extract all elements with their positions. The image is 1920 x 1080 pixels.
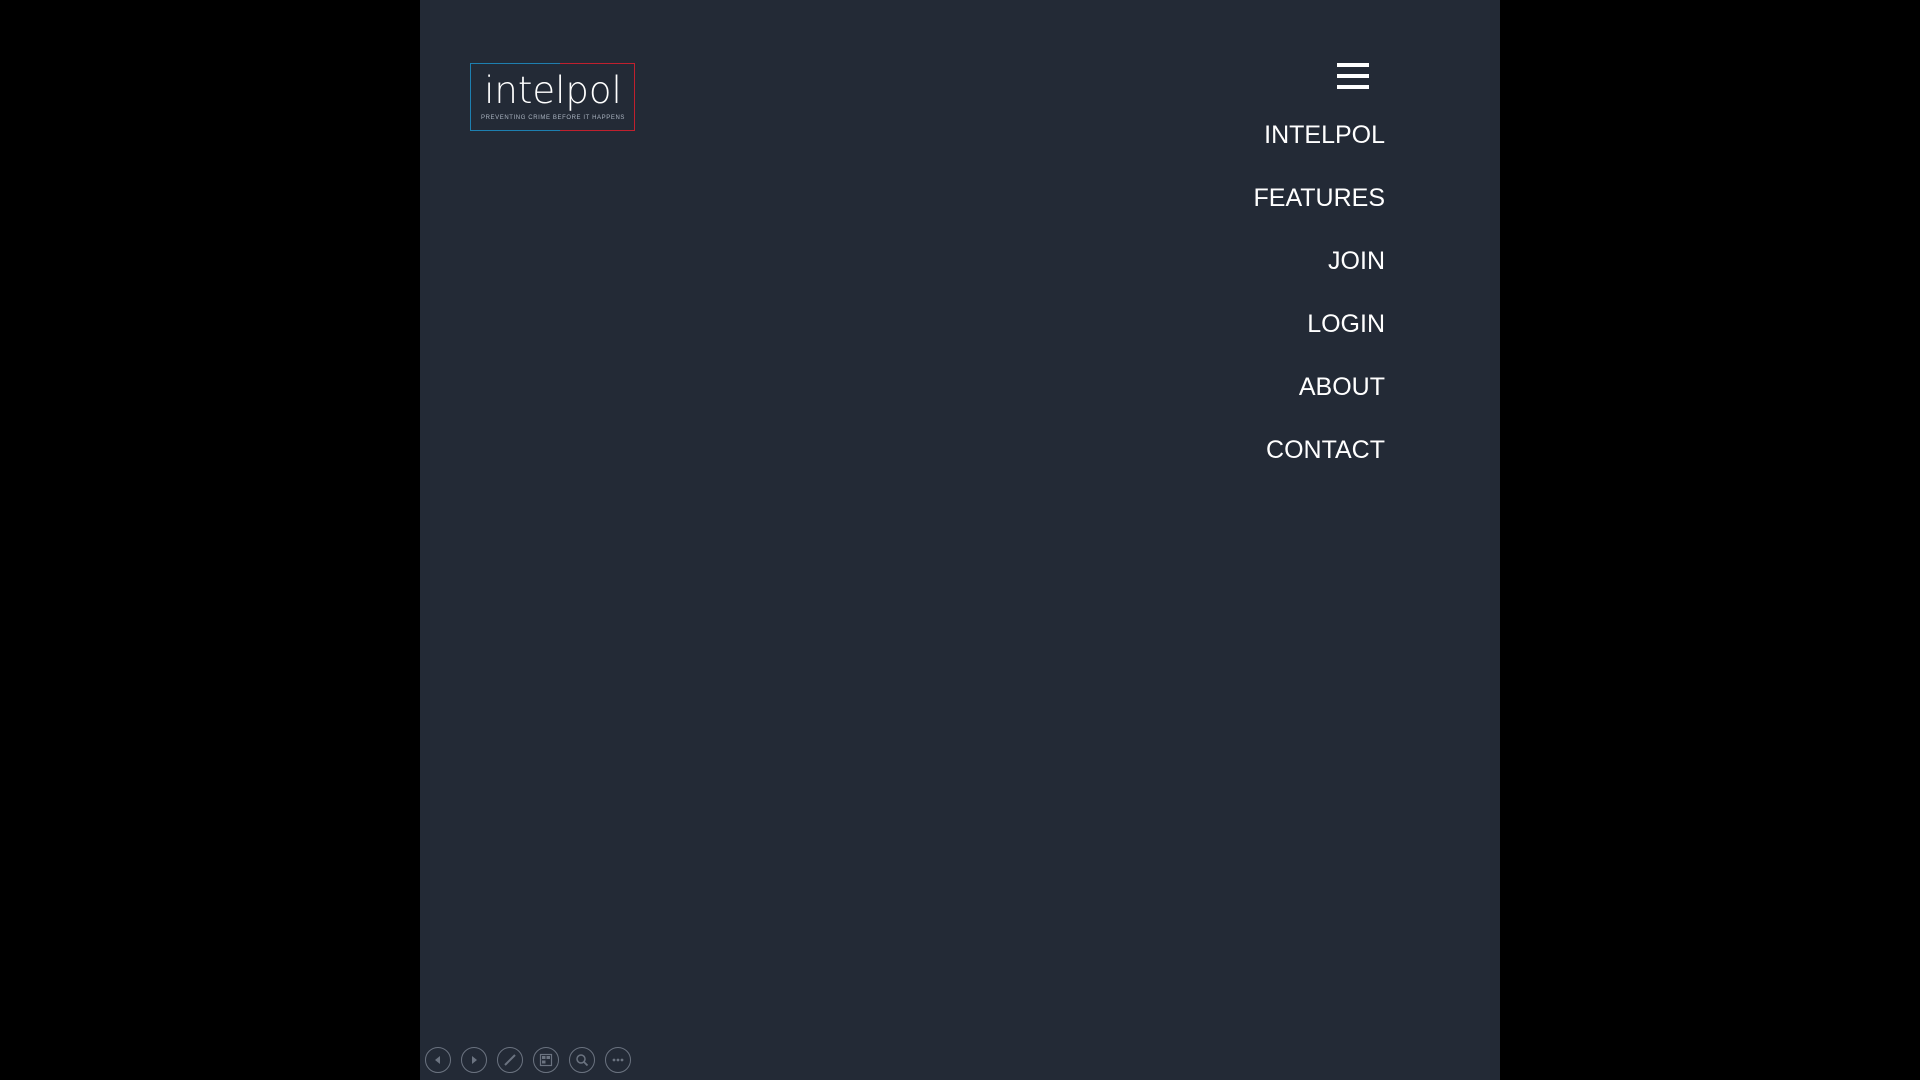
previous-slide-button[interactable] bbox=[425, 1047, 451, 1073]
slideshow-controls bbox=[425, 1047, 631, 1075]
nav-item-about: ABOUT bbox=[1254, 368, 1385, 431]
slide-canvas: intelpol PREVENTING CRIME BEFORE IT HAPP… bbox=[420, 0, 1500, 1080]
see-all-slides-button[interactable] bbox=[533, 1047, 559, 1073]
nav-link-join[interactable]: JOIN bbox=[1328, 247, 1385, 275]
nav-link-features[interactable]: FEATURES bbox=[1254, 184, 1386, 212]
nav-item-intelpol: INTELPOL bbox=[1254, 116, 1385, 179]
nav-item-login: LOGIN bbox=[1254, 305, 1385, 368]
nav-item-features: FEATURES bbox=[1254, 179, 1386, 242]
zoom-icon bbox=[576, 1054, 589, 1067]
nav-link-contact[interactable]: CONTACT bbox=[1266, 436, 1385, 464]
nav-link-intelpol[interactable]: INTELPOL bbox=[1264, 121, 1385, 149]
more-options-icon bbox=[612, 1058, 624, 1062]
nav-menu: INTELPOL FEATURES JOIN LOGIN ABOUT CONTA… bbox=[1254, 116, 1386, 494]
nav-item-contact: CONTACT bbox=[1254, 431, 1385, 494]
logo-tagline: PREVENTING CRIME BEFORE IT HAPPENS bbox=[481, 115, 625, 121]
nav-link-about[interactable]: ABOUT bbox=[1299, 373, 1385, 401]
previous-icon bbox=[435, 1056, 440, 1064]
hamburger-menu-icon[interactable] bbox=[1337, 63, 1369, 93]
next-icon bbox=[472, 1056, 477, 1064]
nav-link-login[interactable]: LOGIN bbox=[1307, 310, 1385, 338]
more-options-button[interactable] bbox=[605, 1047, 631, 1073]
slides-grid-icon bbox=[539, 1053, 553, 1067]
pen-button[interactable] bbox=[497, 1047, 523, 1073]
nav-item-join: JOIN bbox=[1254, 242, 1385, 305]
intelpol-logo[interactable]: intelpol PREVENTING CRIME BEFORE IT HAPP… bbox=[470, 63, 636, 131]
pen-icon bbox=[504, 1054, 516, 1066]
logo-wordmark: intelpol bbox=[484, 69, 622, 112]
next-slide-button[interactable] bbox=[461, 1047, 487, 1073]
zoom-button[interactable] bbox=[569, 1047, 595, 1073]
